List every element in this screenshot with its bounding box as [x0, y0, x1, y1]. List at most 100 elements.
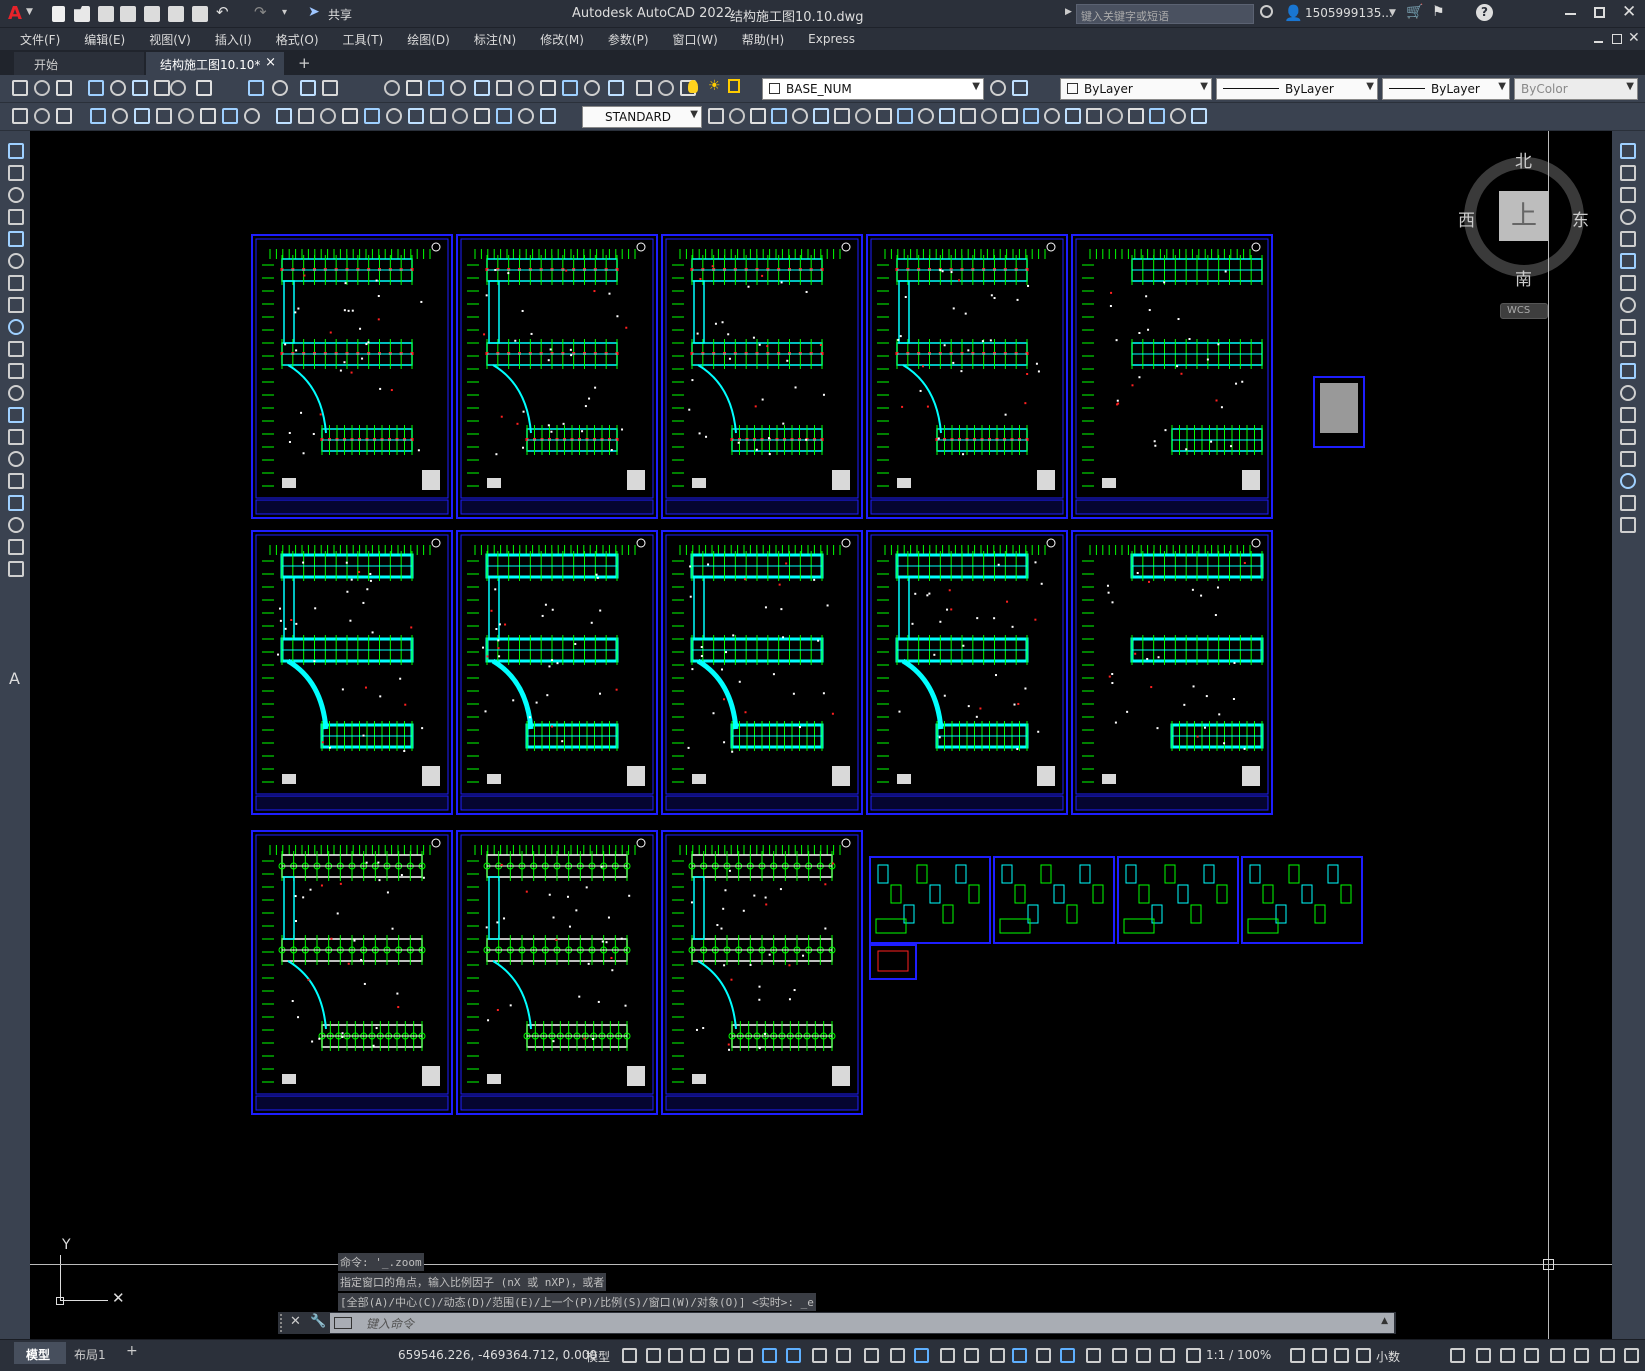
compass-west[interactable]: 西 — [1458, 206, 1475, 231]
dim-tool-icon[interactable] — [876, 108, 892, 124]
draw-tool-icon[interactable] — [8, 363, 24, 379]
dim-tool-icon[interactable] — [90, 108, 106, 124]
status-toggle-icon[interactable] — [812, 1348, 827, 1363]
wcs-menu[interactable]: WCS — [1500, 303, 1548, 319]
share-button[interactable]: 共享 — [328, 6, 352, 23]
autodesk-app-icon[interactable]: ⚑ — [1432, 4, 1445, 20]
status-toggle-icon[interactable] — [1476, 1348, 1491, 1363]
tab-active-drawing[interactable]: 结构施工图10.10* × — [146, 52, 284, 75]
status-toggle-icon[interactable] — [1012, 1348, 1027, 1363]
dim-tool-icon[interactable] — [320, 108, 336, 124]
add-layout-button[interactable]: + — [126, 1343, 138, 1359]
draw-tool-icon[interactable] — [8, 231, 24, 247]
drawing-canvas[interactable]: 上 北 南 西 东 WCS Y ✕ 命令: '_.zoom 指定窗口的角点，输入… — [30, 131, 1612, 1339]
dim-tool-icon[interactable] — [540, 108, 556, 124]
modify-tool-icon[interactable] — [1620, 363, 1636, 379]
status-toggle-icon[interactable] — [940, 1348, 955, 1363]
dim-tool-icon[interactable] — [56, 108, 72, 124]
status-toggle-icon[interactable] — [1186, 1348, 1201, 1363]
compass-south[interactable]: 南 — [1515, 265, 1532, 290]
dim-tool-icon[interactable] — [813, 108, 829, 124]
modify-tool-icon[interactable] — [1620, 473, 1636, 489]
layer-on-icon[interactable] — [688, 80, 698, 93]
dim-tool-icon[interactable] — [729, 108, 745, 124]
menu-item[interactable]: 工具(T) — [331, 31, 396, 48]
draw-tool-icon[interactable] — [8, 495, 24, 511]
status-toggle-icon[interactable] — [864, 1348, 879, 1363]
modify-tool-icon[interactable] — [1620, 253, 1636, 269]
cart-icon[interactable]: 🛒 — [1406, 4, 1423, 20]
dim-tool-icon[interactable] — [1170, 108, 1186, 124]
dim-tool-icon[interactable] — [298, 108, 314, 124]
modify-tool-icon[interactable] — [1620, 429, 1636, 445]
draw-tool-icon[interactable] — [8, 275, 24, 291]
dim-tool-icon[interactable] — [386, 108, 402, 124]
modify-tool-icon[interactable] — [1620, 143, 1636, 159]
user-icon[interactable]: 👤 — [1284, 4, 1303, 22]
standard-tool-icon[interactable] — [450, 80, 466, 96]
viewcube[interactable]: 上 北 南 西 东 WCS — [1458, 152, 1589, 319]
command-input[interactable]: 键入命令 ▲ — [330, 1313, 1394, 1333]
status-toggle-icon[interactable] — [1524, 1348, 1539, 1363]
status-toggle-icon[interactable] — [690, 1348, 705, 1363]
cursor-coordinates[interactable]: 659546.226, -469364.712, 0.000 — [398, 1348, 597, 1362]
modify-tool-icon[interactable] — [1620, 517, 1636, 533]
close-icon[interactable]: ✕ — [1622, 2, 1636, 22]
draw-tool-icon[interactable] — [8, 341, 24, 357]
standard-tool-icon[interactable] — [474, 80, 490, 96]
modify-tool-icon[interactable] — [1620, 385, 1636, 401]
status-toggle-icon[interactable] — [990, 1348, 1005, 1363]
plotstyle-dropdown[interactable]: ByColor ▼ — [1514, 78, 1638, 100]
standard-tool-icon[interactable] — [132, 80, 148, 96]
standard-tool-icon[interactable] — [154, 80, 170, 96]
help-icon[interactable]: ? — [1476, 4, 1493, 21]
command-line-grip[interactable] — [280, 1314, 284, 1332]
standard-tool-icon[interactable] — [322, 80, 338, 96]
menu-item[interactable]: 帮助(H) — [730, 31, 796, 48]
modify-tool-icon[interactable] — [1620, 165, 1636, 181]
status-toggle-icon[interactable] — [1112, 1348, 1127, 1363]
menu-item[interactable]: 参数(P) — [596, 31, 661, 48]
status-toggle-icon[interactable] — [646, 1348, 661, 1363]
menu-item[interactable]: 插入(I) — [203, 31, 264, 48]
doc-restore-icon[interactable] — [1612, 34, 1622, 44]
standard-tool-icon[interactable] — [248, 80, 264, 96]
modify-tool-icon[interactable] — [1620, 297, 1636, 313]
dim-tool-icon[interactable] — [178, 108, 194, 124]
command-recent-icon[interactable]: ▲ — [1381, 1316, 1388, 1326]
doc-minimize-icon[interactable] — [1594, 41, 1603, 43]
modify-tool-icon[interactable] — [1620, 275, 1636, 291]
modify-tool-icon[interactable] — [1620, 231, 1636, 247]
draw-tool-icon[interactable] — [8, 561, 24, 577]
modify-tool-icon[interactable] — [1620, 495, 1636, 511]
linetype-dropdown[interactable]: ByLayer ▼ — [1216, 78, 1378, 100]
dim-tool-icon[interactable] — [1044, 108, 1060, 124]
standard-tool-icon[interactable] — [110, 80, 126, 96]
status-toggle-icon[interactable] — [1136, 1348, 1151, 1363]
app-menu-arrow-icon[interactable]: ▼ — [26, 7, 33, 17]
dim-tool-icon[interactable] — [918, 108, 934, 124]
draw-tool-icon[interactable] — [8, 297, 24, 313]
dim-tool-icon[interactable] — [708, 108, 724, 124]
viewcube-top-face[interactable]: 上 — [1499, 191, 1549, 241]
dim-tool-icon[interactable] — [112, 108, 128, 124]
dim-tool-icon[interactable] — [1149, 108, 1165, 124]
minimize-icon[interactable] — [1565, 13, 1576, 15]
dim-tool-icon[interactable] — [981, 108, 997, 124]
status-toggle-icon[interactable] — [1060, 1348, 1075, 1363]
status-toggle-icon[interactable] — [1574, 1348, 1589, 1363]
menu-item[interactable]: 视图(V) — [137, 31, 203, 48]
draw-tool-icon[interactable] — [8, 209, 24, 225]
layout-tab-layout1[interactable]: 布局1 — [68, 1342, 124, 1364]
status-toggle-icon[interactable] — [1624, 1348, 1639, 1363]
modify-tool-icon[interactable] — [1620, 187, 1636, 203]
menu-item[interactable]: 格式(O) — [264, 31, 331, 48]
save-icon[interactable] — [98, 6, 114, 22]
draw-tool-icon[interactable] — [8, 165, 24, 181]
lineweight-dropdown[interactable]: ByLayer ▼ — [1382, 78, 1510, 100]
layout-tab-model[interactable]: 模型 — [14, 1342, 66, 1364]
menu-item[interactable]: 编辑(E) — [72, 31, 137, 48]
undo-icon[interactable]: ↶ — [216, 3, 229, 21]
open-icon[interactable] — [74, 6, 90, 22]
standard-tool-icon[interactable] — [384, 80, 400, 96]
